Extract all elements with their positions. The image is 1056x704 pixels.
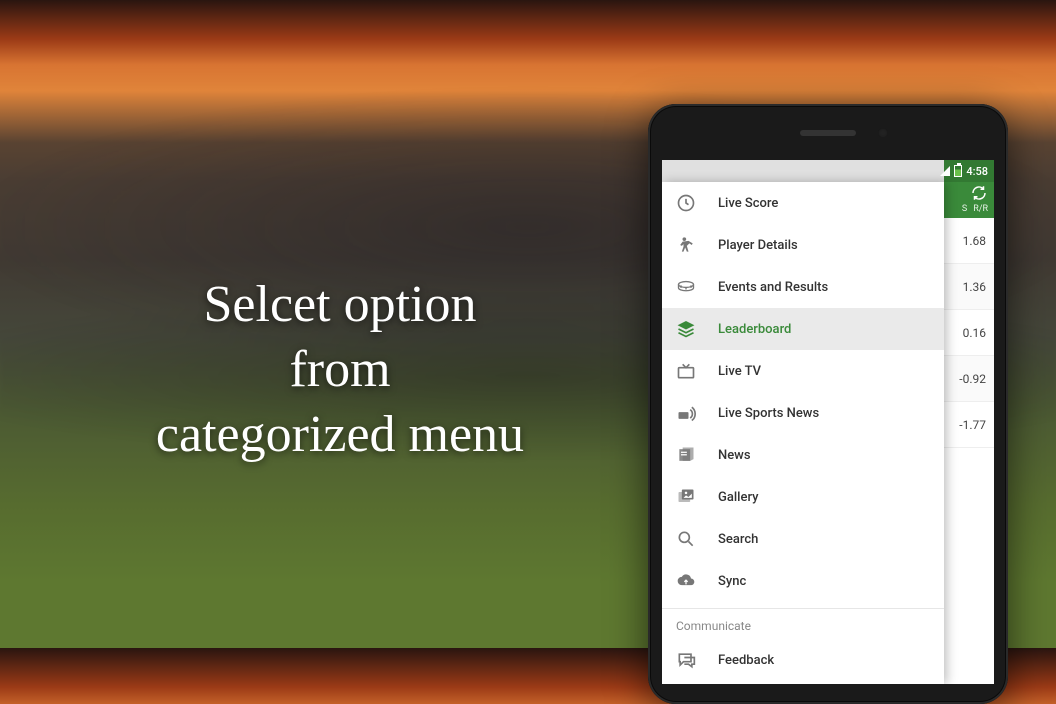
menu-item-label: Feedback (718, 653, 774, 668)
signal-icon (940, 166, 950, 176)
menu-item-label: Player Details (718, 238, 798, 253)
content-behind-drawer: S R/R 1.68 1.36 0.16 -0.92 -1.77 (944, 160, 994, 684)
menu-item-search[interactable]: Search (662, 518, 944, 560)
promo-line: categorized menu (60, 402, 620, 467)
player-icon (676, 235, 696, 255)
stadium-icon (676, 277, 696, 297)
menu-item-leaderboard[interactable]: Leaderboard (662, 308, 944, 350)
phone-screen: 4:58 S R/R 1.68 1.36 0.16 -0.92 -1.77 (662, 160, 994, 684)
cell-value: 0.16 (963, 326, 986, 340)
chat-icon (676, 650, 696, 670)
navigation-drawer: Live Score Player Details Events and Res… (662, 182, 944, 684)
menu-item-live-tv[interactable]: Live TV (662, 350, 944, 392)
cloud-sync-icon (676, 571, 696, 591)
layers-icon (676, 319, 696, 339)
menu-item-label: Gallery (718, 490, 759, 505)
menu-item-events-results[interactable]: Events and Results (662, 266, 944, 308)
gallery-icon (676, 487, 696, 507)
menu-item-label: Live TV (718, 364, 761, 379)
menu-item-feedback[interactable]: Feedback (662, 639, 944, 681)
menu-item-sync[interactable]: Sync (662, 560, 944, 602)
refresh-icon[interactable] (970, 184, 988, 202)
menu-item-label: Sync (718, 574, 746, 589)
phone-frame: 4:58 S R/R 1.68 1.36 0.16 -0.92 -1.77 (648, 104, 1008, 704)
status-bar: 4:58 (662, 160, 994, 182)
table-rows: 1.68 1.36 0.16 -0.92 -1.77 (944, 218, 994, 684)
table-row[interactable]: 1.36 (944, 264, 994, 310)
promo-line: from (60, 337, 620, 402)
cell-value: 1.36 (963, 280, 986, 294)
status-time: 4:58 (966, 165, 988, 178)
table-row[interactable]: 0.16 (944, 310, 994, 356)
clock-icon (676, 193, 696, 213)
cell-value: -1.77 (959, 418, 986, 432)
column-header: S (962, 204, 967, 214)
menu-item-label: Search (718, 532, 758, 547)
cell-value: 1.68 (963, 234, 986, 248)
promo-text: Selcet option from categorized menu (60, 272, 620, 467)
column-header: R/R (973, 204, 988, 214)
menu-item-label: Events and Results (718, 280, 828, 295)
battery-icon (954, 165, 962, 177)
table-row[interactable]: -0.92 (944, 356, 994, 402)
search-icon (676, 529, 696, 549)
menu-item-live-sports-news[interactable]: Live Sports News (662, 392, 944, 434)
menu-item-label: News (718, 448, 751, 463)
cell-value: -0.92 (959, 372, 986, 386)
menu-item-label: Live Sports News (718, 406, 819, 421)
broadcast-icon (676, 403, 696, 423)
menu-item-label: Leaderboard (718, 322, 791, 337)
menu-item-player-details[interactable]: Player Details (662, 224, 944, 266)
drawer-section-label: Communicate (662, 608, 944, 639)
phone-camera (878, 128, 888, 138)
tv-icon (676, 361, 696, 381)
newspaper-icon (676, 445, 696, 465)
table-row[interactable]: 1.68 (944, 218, 994, 264)
menu-item-label: Live Score (718, 196, 778, 211)
promo-line: Selcet option (60, 272, 620, 337)
menu-item-news[interactable]: News (662, 434, 944, 476)
phone-speaker (800, 130, 856, 136)
menu-item-live-score[interactable]: Live Score (662, 182, 944, 224)
menu-item-gallery[interactable]: Gallery (662, 476, 944, 518)
table-row[interactable]: -1.77 (944, 402, 994, 448)
